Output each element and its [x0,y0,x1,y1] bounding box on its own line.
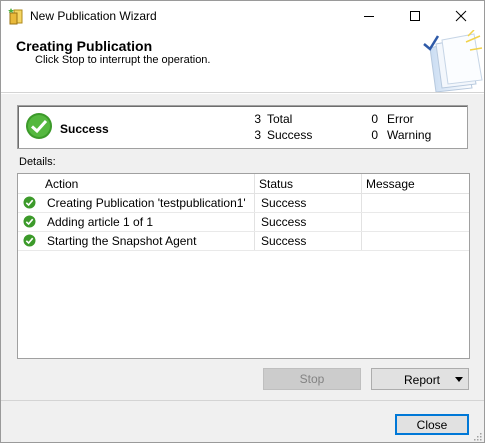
success-check-icon [23,215,36,231]
column-header-action[interactable]: Action [45,177,78,191]
action-cell: Creating Publication 'testpublication1' [47,196,246,210]
maximize-icon [410,10,420,21]
close-window-button[interactable] [438,1,484,30]
status-cell: Success [261,215,307,229]
report-button[interactable]: Report [371,368,469,390]
report-button-label: Report [404,373,441,387]
close-button-label: Close [416,417,448,432]
wizard-header: Creating Publication Click Stop to inter… [1,29,484,93]
details-grid[interactable]: Action Status Message Creating Publicati… [17,173,470,359]
stop-button-label: Stop [299,372,325,386]
title-bar[interactable]: New Publication Wizard [1,1,484,30]
action-cell: Starting the Snapshot Agent [47,234,197,248]
action-cell: Adding article 1 of 1 [47,215,154,229]
status-cell: Success [261,196,307,210]
status-cell: Success [261,234,307,248]
resize-grip-icon[interactable] [472,430,482,441]
column-header-status[interactable]: Status [259,177,293,191]
close-icon [455,10,467,21]
grid-header: Action Status Message [18,174,469,194]
warning-label: Warning [387,128,432,142]
window-title: New Publication Wizard [30,9,157,23]
success-check-icon [25,112,53,143]
wizard-icon [8,7,24,25]
error-count: 0 [371,112,378,126]
minimize-icon [364,15,374,17]
header-divider [1,93,484,94]
stop-button[interactable]: Stop [263,368,361,390]
total-count: 3 [254,112,261,126]
footer-divider [1,400,484,401]
chevron-down-icon[interactable] [455,377,463,382]
error-label: Error [387,112,414,126]
warning-count: 0 [371,128,378,142]
total-label: Total [267,112,293,126]
success-label: Success [267,128,313,142]
details-label: Details: [19,156,56,168]
success-check-icon [23,196,36,212]
minimize-button[interactable] [346,1,392,30]
maximize-button[interactable] [392,1,438,30]
table-row[interactable]: Starting the Snapshot Agent Success [18,231,469,251]
page-subtitle: Click Stop to interrupt the operation. [35,54,211,66]
close-button[interactable]: Close [395,414,469,435]
column-header-message[interactable]: Message [366,177,415,191]
table-row[interactable]: Creating Publication 'testpublication1' … [18,193,469,213]
page-title: Creating Publication [16,38,153,54]
wizard-banner-icon [422,29,484,93]
summary-panel: Success 3 Total 3 Success 0 Error 0 Warn… [17,105,468,149]
wizard-window: New Publication Wizard Creating Publicat… [0,0,485,443]
success-check-icon [23,234,36,250]
table-row[interactable]: Adding article 1 of 1 Success [18,212,469,232]
summary-status: Success [60,122,109,136]
success-count: 3 [254,128,261,142]
